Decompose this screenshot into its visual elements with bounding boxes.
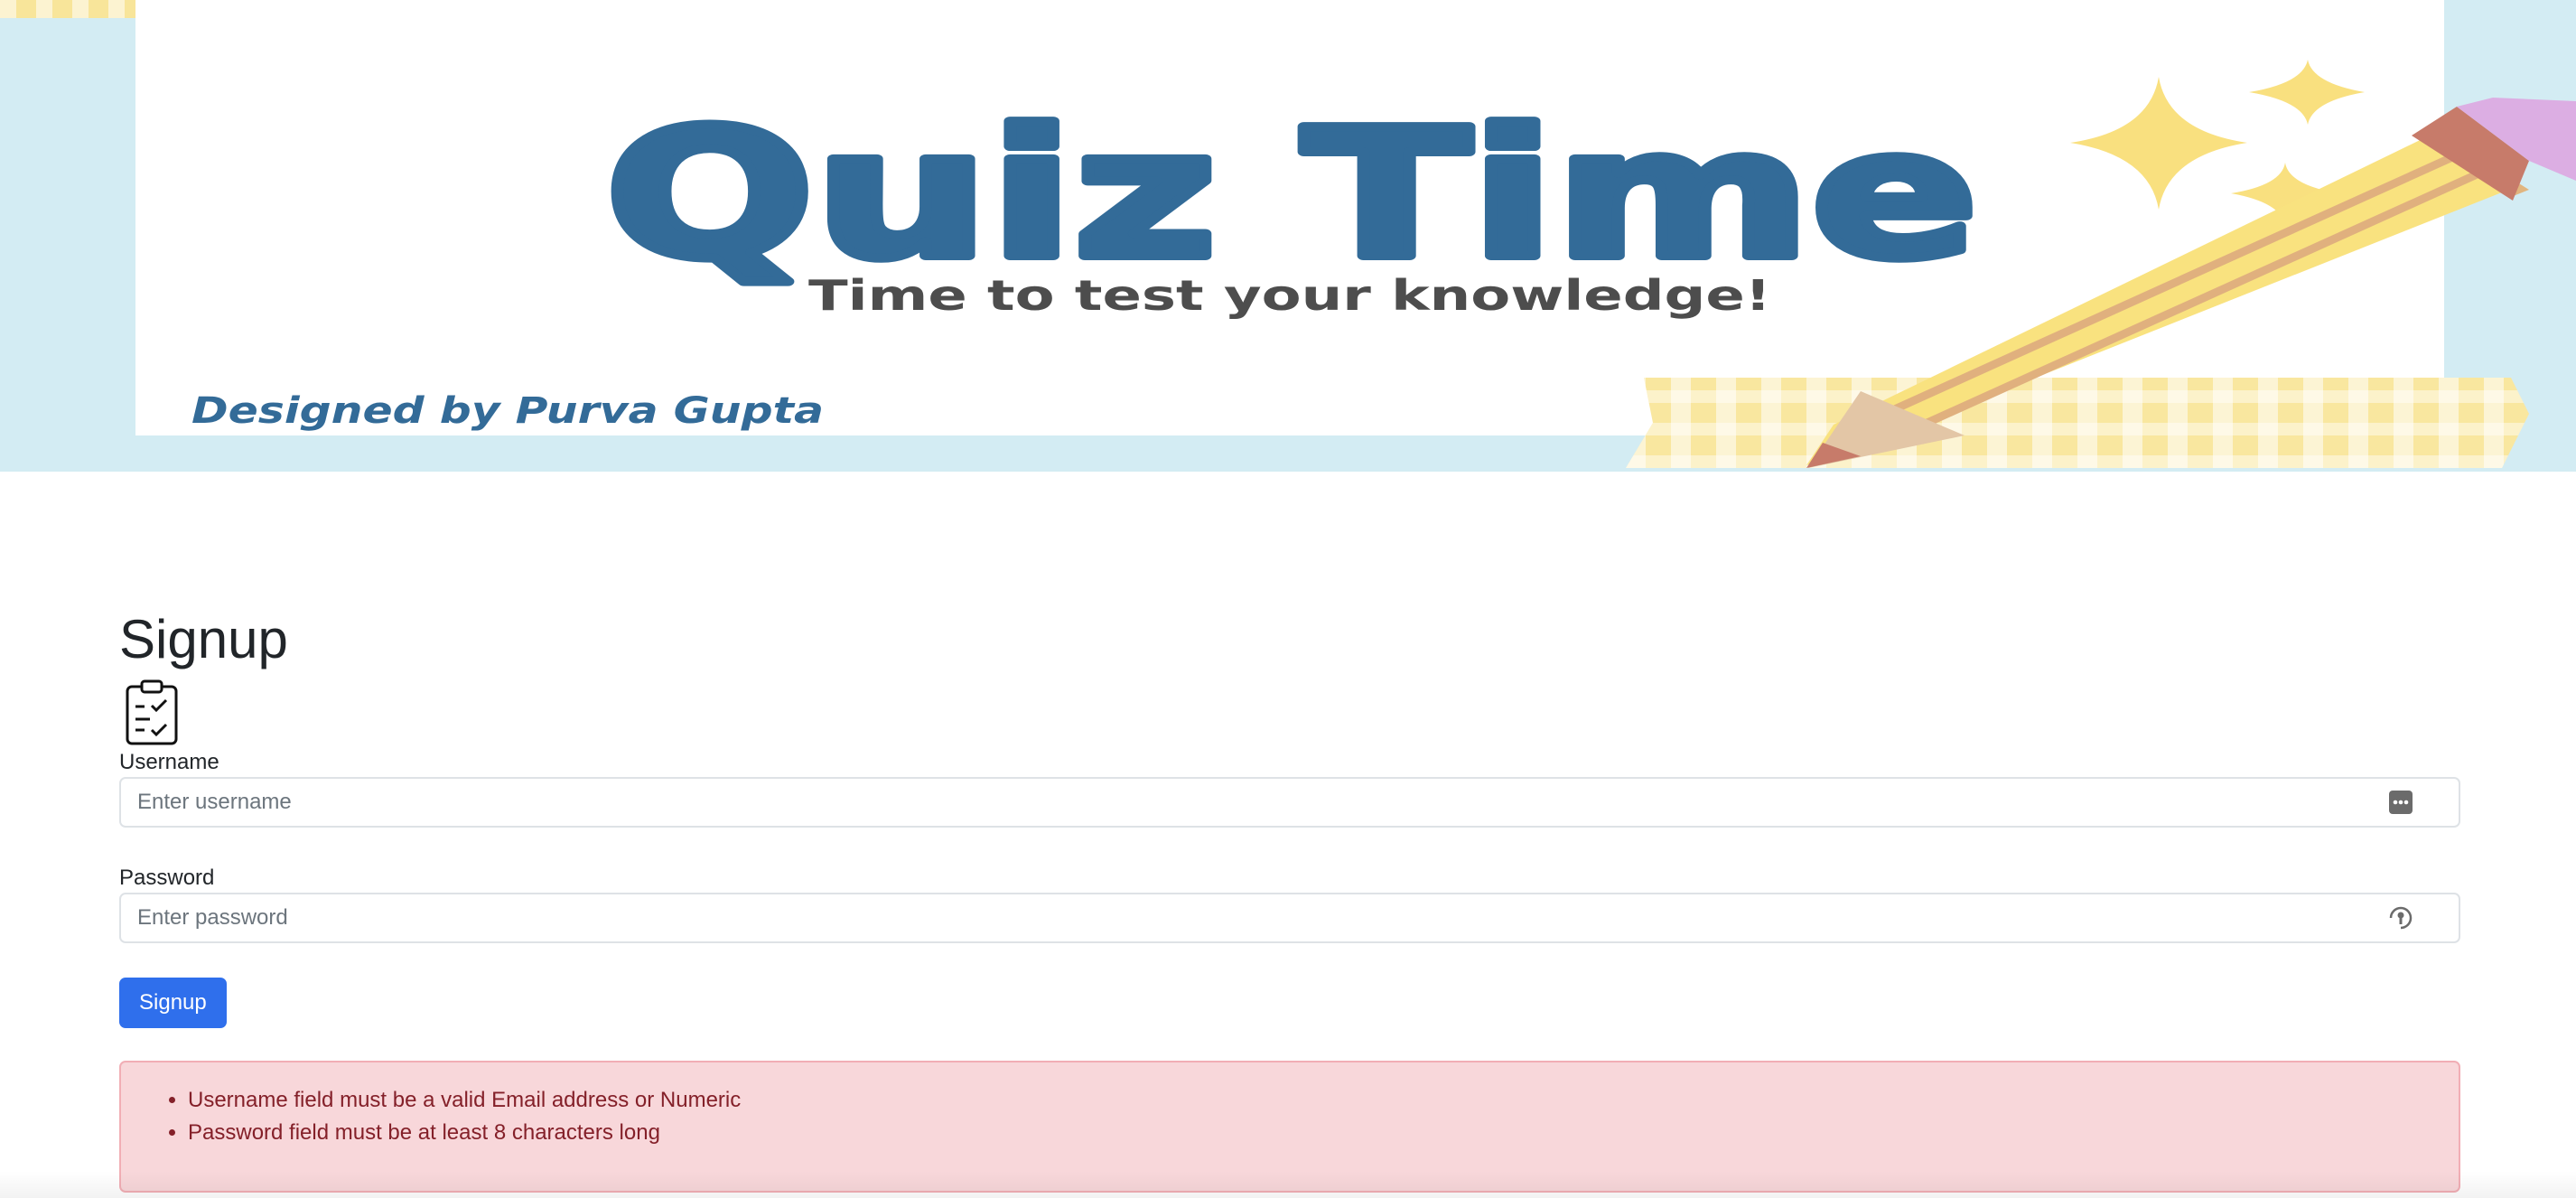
banner-credit: Designed by Purva Gupta [191, 390, 824, 432]
password-key-icon[interactable] [2388, 905, 2413, 931]
banner: Quiz Time Time to test your knowledge! D… [0, 0, 2576, 472]
page-title: Signup [119, 609, 288, 669]
password-label: Password [119, 866, 215, 890]
banner-tagline: Time to test your knowledge! [808, 271, 1771, 320]
error-item: Password field must be at least 8 charac… [188, 1117, 2459, 1149]
password-input[interactable] [119, 893, 2460, 943]
banner-title: Quiz Time [605, 92, 1978, 298]
banner-artwork: Quiz Time Time to test your knowledge! D… [191, 60, 2576, 468]
password-manager-icon[interactable] [2388, 790, 2413, 815]
clipboard-check-icon [126, 679, 178, 745]
username-label: Username [119, 750, 219, 774]
page-bottom-shadow [0, 1171, 2576, 1198]
error-item: Username field must be a valid Email add… [188, 1084, 2459, 1117]
username-input[interactable] [119, 777, 2460, 828]
error-list: Username field must be a valid Email add… [121, 1084, 2459, 1149]
signup-button[interactable]: Signup [119, 978, 227, 1028]
